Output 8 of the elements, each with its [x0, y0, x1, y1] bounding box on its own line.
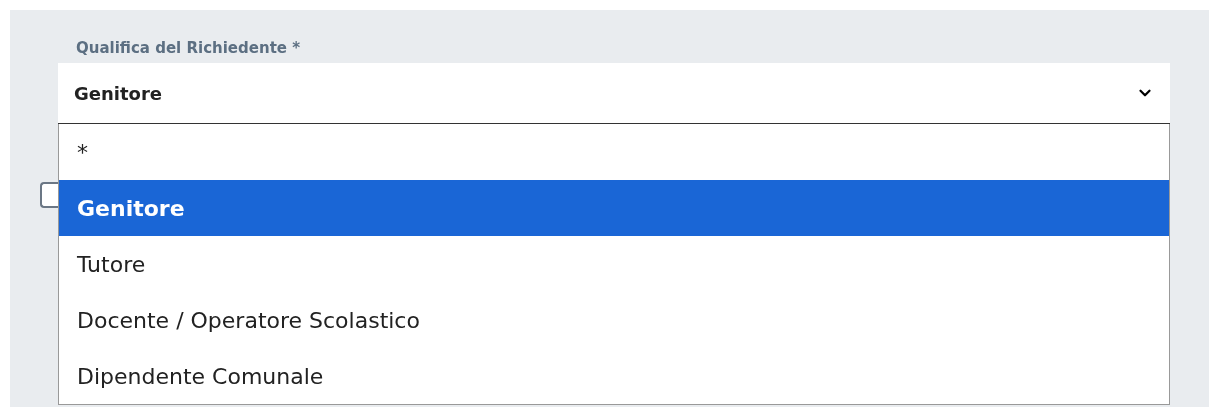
dropdown-option[interactable]: Docente / Operatore Scolastico — [59, 292, 1169, 348]
checkbox[interactable] — [40, 182, 58, 208]
field-label: Qualifica del Richiedente * — [76, 38, 302, 58]
dropdown-option[interactable]: * — [59, 124, 1169, 180]
dropdown-option[interactable]: Dipendente Comunale — [59, 348, 1169, 404]
select-field[interactable]: Genitore — [58, 63, 1170, 125]
dropdown-option[interactable]: Genitore — [59, 180, 1169, 236]
dropdown-option[interactable]: Tutore — [59, 236, 1169, 292]
